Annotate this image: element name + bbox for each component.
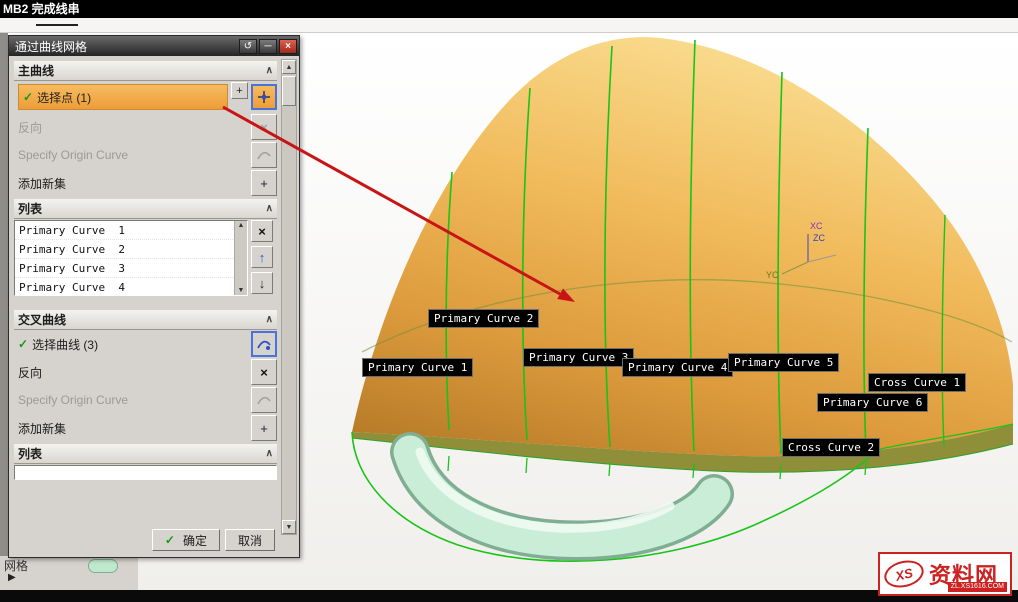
through-curve-mesh-dialog: 通过曲线网格 ↺ ─ × 主曲线 ∧ ✓ 选择点 (1) + 反向 [8, 35, 300, 558]
add-new-set-icon[interactable]: + [251, 415, 277, 441]
add-new-set-icon[interactable]: + [251, 170, 277, 196]
select-point-active-bar[interactable]: ✓ 选择点 (1) [18, 84, 228, 110]
primary-curve-list[interactable]: Primary Curve 1 Primary Curve 2 Primary … [14, 220, 248, 296]
bottom-left-panel: 网格 ▶ [0, 556, 138, 590]
origin-curve-icon[interactable] [251, 142, 277, 168]
list-item[interactable]: Primary Curve 3 [15, 259, 247, 278]
cross-origin-row: Specify Origin Curve [14, 386, 277, 414]
section-cross-label: 交叉曲线 [18, 311, 66, 328]
dialog-titlebar[interactable]: 通过曲线网格 ↺ ─ × [9, 36, 299, 56]
primary-reverse-row: 反向 × [14, 113, 277, 141]
cross-curve-list[interactable] [14, 465, 277, 480]
reverse-direction-icon[interactable]: × [251, 359, 277, 385]
primary-add-set-label: 添加新集 [18, 175, 248, 192]
check-icon: ✓ [18, 337, 28, 351]
primary-add-set-row: 添加新集 + [14, 169, 277, 197]
check-icon: ✓ [23, 90, 33, 104]
reset-icon[interactable]: ↺ [239, 39, 257, 54]
bottom-left-text: 网格 [4, 559, 28, 573]
primary-list-header[interactable]: 列表 ∧ [14, 199, 277, 219]
cross-origin-label: Specify Origin Curve [18, 393, 248, 407]
list-item[interactable]: Primary Curve 1 [15, 221, 247, 240]
curve-tag: Cross Curve 1 [868, 373, 966, 392]
dialog-title: 通过曲线网格 [15, 38, 237, 55]
green-capsule-fragment [88, 559, 118, 573]
reverse-direction-icon[interactable]: × [251, 114, 277, 140]
scroll-up-icon[interactable]: ▲ [238, 222, 245, 229]
curve-tag: Primary Curve 5 [728, 353, 839, 372]
section-primary-label: 主曲线 [18, 62, 54, 79]
primary-list-label: 列表 [18, 200, 42, 217]
section-cross-curves[interactable]: 交叉曲线 ∧ [14, 310, 277, 330]
watermark-logo: XS [881, 557, 926, 592]
list-action-buttons: × ↑ ↓ [251, 220, 277, 296]
dialog-scrollbar[interactable]: ▲ ▼ [281, 59, 297, 535]
curve-tag: Cross Curve 2 [782, 438, 880, 457]
dialog-body: 主曲线 ∧ ✓ 选择点 (1) + 反向 × Specify Origin Cu… [9, 56, 299, 557]
cross-reverse-label: 反向 [18, 364, 248, 381]
scroll-down-icon[interactable]: ▼ [282, 520, 296, 534]
select-point-row: ✓ 选择点 (1) + [14, 81, 277, 113]
scroll-down-icon[interactable]: ▼ [238, 287, 245, 294]
chevron-up-icon: ∧ [266, 448, 273, 459]
curve-tag: Primary Curve 1 [362, 358, 473, 377]
cross-add-set-row: 添加新集 + [14, 414, 277, 442]
primary-reverse-label: 反向 [18, 119, 248, 136]
chevron-up-icon: ∧ [266, 203, 273, 214]
minimize-icon[interactable]: ─ [259, 39, 277, 54]
status-prompt-text: MB2 完成线串 [3, 2, 80, 16]
select-curve-icon[interactable] [251, 331, 277, 357]
move-down-icon[interactable]: ↓ [251, 272, 273, 294]
triad-zc-label: ZC [813, 233, 825, 243]
scroll-up-icon[interactable]: ▲ [282, 60, 296, 74]
check-icon: ✓ [165, 533, 175, 547]
select-point-label: 选择点 (1) [37, 89, 91, 106]
cancel-label: 取消 [238, 532, 262, 549]
primary-origin-row: Specify Origin Curve [14, 141, 277, 169]
ok-button[interactable]: ✓ 确定 [152, 529, 220, 551]
menu-strip [0, 18, 1018, 33]
select-curve-row: ✓ 选择曲线 (3) [14, 330, 277, 358]
curve-tag: Primary Curve 2 [428, 309, 539, 328]
close-icon[interactable]: × [279, 39, 297, 54]
bottom-status-bar [0, 590, 1018, 602]
ok-label: 确定 [183, 532, 207, 549]
origin-curve-icon[interactable] [251, 387, 277, 413]
section-gap [14, 296, 277, 308]
remove-item-icon[interactable]: × [251, 220, 273, 242]
primary-origin-label: Specify Origin Curve [18, 148, 248, 162]
watermark-url: ZL.XS1616.COM [948, 582, 1007, 592]
move-up-icon[interactable]: ↑ [251, 246, 273, 268]
chevron-up-icon: ∧ [266, 65, 273, 76]
list-item[interactable]: Primary Curve 2 [15, 240, 247, 259]
status-prompt-bar: MB2 完成线串 [0, 0, 1018, 18]
section-primary-curves[interactable]: 主曲线 ∧ [14, 61, 277, 81]
dialog-buttons: ✓ 确定 取消 [14, 525, 277, 553]
scrollbar-thumb[interactable] [282, 76, 296, 106]
point-dialog-icon[interactable] [251, 84, 277, 110]
list-scrollbar[interactable]: ▲ ▼ [234, 221, 247, 295]
list-item[interactable]: Primary Curve 4 [15, 278, 247, 296]
curve-tag: Primary Curve 4 [622, 358, 733, 377]
add-row-icon[interactable]: + [231, 82, 248, 99]
triad-yc-label: YC [766, 270, 779, 280]
cross-add-set-label: 添加新集 [18, 420, 248, 437]
select-curve-label: 选择曲线 (3) [32, 336, 248, 353]
resource-bar-edge [0, 33, 8, 556]
triad-xc-label: XC [810, 221, 823, 231]
cancel-button[interactable]: 取消 [225, 529, 275, 551]
application-window: MB2 完成线串 [0, 0, 1018, 602]
expand-arrow-icon[interactable]: ▶ [8, 572, 16, 583]
curve-tag: Primary Curve 6 [817, 393, 928, 412]
curve-tag: Primary Curve 3 [523, 348, 634, 367]
cross-list-header[interactable]: 列表 ∧ [14, 444, 277, 464]
primary-list-area: Primary Curve 1 Primary Curve 2 Primary … [14, 220, 277, 296]
cross-reverse-row: 反向 × [14, 358, 277, 386]
menu-strip-mark [36, 24, 78, 26]
watermark: XS 资料网 ZL.XS1616.COM [878, 552, 1012, 596]
cross-list-label: 列表 [18, 445, 42, 462]
chevron-up-icon: ∧ [266, 314, 273, 325]
